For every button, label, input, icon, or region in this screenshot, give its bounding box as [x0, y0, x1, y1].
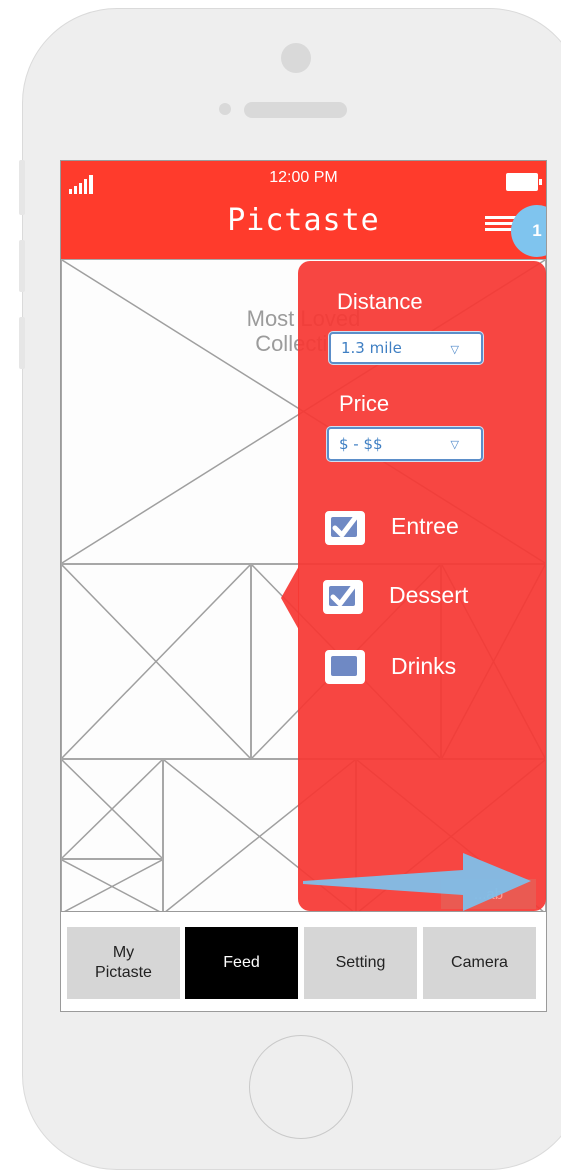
price-label: Price [339, 391, 390, 416]
feed-tile[interactable] [61, 859, 163, 914]
app-screen: Most Loved Collection 12:00 PM Pictaste … [60, 160, 547, 1012]
arrow-icon [303, 853, 531, 911]
battery-icon [506, 173, 538, 191]
image-placeholder-icon [62, 760, 162, 858]
earpiece-speaker [244, 102, 347, 118]
entree-label: Entree [391, 513, 459, 539]
price-value: $ - $$ [339, 435, 383, 453]
tab-setting[interactable]: Setting [304, 927, 417, 999]
panel-pointer [281, 566, 299, 630]
distance-select[interactable]: 1.3 mile ▽ [329, 332, 483, 364]
volume-up-button [19, 240, 25, 292]
feed-tile[interactable] [61, 759, 163, 859]
front-camera [281, 43, 311, 73]
distance-label: Distance [337, 289, 423, 314]
dessert-label: Dessert [389, 582, 469, 608]
tab-bar: My Pictaste Feed Setting Camera [61, 911, 546, 1011]
tab-feed[interactable]: Feed [185, 927, 298, 999]
image-placeholder-icon [62, 860, 162, 913]
drinks-checkbox[interactable] [325, 650, 365, 684]
proximity-sensor [219, 103, 231, 115]
dessert-checkbox[interactable] [323, 580, 363, 614]
price-select[interactable]: $ - $$ ▽ [327, 427, 483, 461]
mute-switch [19, 160, 25, 215]
battery-tip [539, 179, 542, 185]
tab-my-pictaste[interactable]: My Pictaste [67, 927, 180, 999]
status-time: 12:00 PM [269, 169, 338, 186]
image-placeholder-icon [62, 565, 250, 758]
feed-tile[interactable] [61, 564, 251, 759]
app-title: Pictaste [227, 203, 380, 238]
checkmark-icon [332, 515, 358, 538]
checkmark-icon [330, 584, 356, 607]
distance-value: 1.3 mile [341, 339, 402, 357]
chevron-down-icon: ▽ [450, 343, 459, 356]
home-button[interactable] [249, 1035, 353, 1139]
app-header: 12:00 PM Pictaste [61, 161, 546, 259]
volume-down-button [19, 317, 25, 369]
drinks-label: Drinks [391, 653, 457, 679]
tab-camera[interactable]: Camera [423, 927, 536, 999]
entree-checkbox[interactable] [325, 511, 365, 545]
chevron-down-icon: ▽ [450, 438, 459, 451]
